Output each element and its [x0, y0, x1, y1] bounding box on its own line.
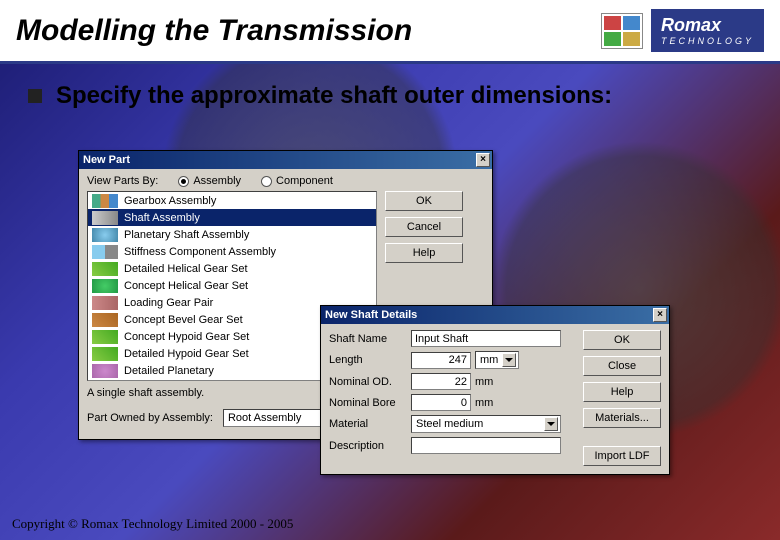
shaft-details-titlebar[interactable]: New Shaft Details ×	[321, 306, 669, 324]
ok-button[interactable]: OK	[583, 330, 661, 350]
bore-input[interactable]	[411, 394, 471, 411]
radio-component[interactable]: Component	[261, 175, 333, 187]
slide-header: Modelling the Transmission Romax TECHNOL…	[0, 0, 780, 64]
subtitle-row: Specify the approximate shaft outer dime…	[28, 82, 612, 110]
load-pair-icon	[92, 296, 118, 310]
chevron-down-icon	[544, 417, 558, 431]
new-part-title: New Part	[83, 154, 130, 166]
bevel-icon	[92, 313, 118, 327]
bore-unit: mm	[475, 397, 493, 409]
brand-text: Romax TECHNOLOGY	[651, 9, 764, 52]
radio-icon	[261, 176, 272, 187]
list-item-label: Detailed Planetary	[124, 365, 214, 377]
planetary-icon	[92, 228, 118, 242]
list-item-label: Detailed Hypoid Gear Set	[124, 348, 249, 360]
list-item-label: Concept Hypoid Gear Set	[124, 331, 249, 343]
shaft-name-label: Shaft Name	[329, 333, 411, 345]
list-item-label: Shaft Assembly	[124, 212, 200, 224]
list-item-label: Concept Bevel Gear Set	[124, 314, 243, 326]
length-unit-combo[interactable]: mm	[475, 351, 519, 369]
description-input[interactable]	[411, 437, 561, 454]
length-input[interactable]	[411, 352, 471, 369]
chevron-down-icon	[502, 353, 516, 367]
close-icon[interactable]: ×	[653, 308, 667, 322]
shaft-name-input[interactable]	[411, 330, 561, 347]
copyright-footer: Copyright © Romax Technology Limited 200…	[12, 516, 293, 532]
hypoid-icon	[92, 330, 118, 344]
new-shaft-details-dialog: New Shaft Details × Shaft Name Length mm…	[320, 305, 670, 475]
owned-by-value: Root Assembly	[228, 412, 301, 424]
materials-button[interactable]: Materials...	[583, 408, 661, 428]
logo-grid-icon	[601, 13, 643, 49]
shaft-details-title: New Shaft Details	[325, 309, 417, 321]
list-item[interactable]: Planetary Shaft Assembly	[88, 226, 376, 243]
ok-button[interactable]: OK	[385, 191, 463, 211]
list-item-label: Gearbox Assembly	[124, 195, 216, 207]
radio-icon	[178, 176, 189, 187]
radio-assembly-label: Assembly	[193, 175, 241, 187]
slide-title: Modelling the Transmission	[16, 14, 412, 48]
od-label: Nominal OD.	[329, 376, 411, 388]
material-value: Steel medium	[416, 418, 483, 430]
stiffness-icon	[92, 245, 118, 259]
length-unit: mm	[480, 354, 498, 366]
shaft-icon	[92, 211, 118, 225]
list-item-label: Detailed Helical Gear Set	[124, 263, 248, 275]
close-button[interactable]: Close	[583, 356, 661, 376]
gearbox-icon	[92, 194, 118, 208]
brand-subtitle: TECHNOLOGY	[661, 36, 754, 46]
material-combo[interactable]: Steel medium	[411, 415, 561, 433]
detailed-planetary-icon	[92, 364, 118, 378]
length-label: Length	[329, 354, 411, 366]
cancel-button[interactable]: Cancel	[385, 217, 463, 237]
od-unit: mm	[475, 376, 493, 388]
help-button[interactable]: Help	[583, 382, 661, 402]
list-item[interactable]: Gearbox Assembly	[88, 192, 376, 209]
concept-helical-icon	[92, 279, 118, 293]
list-item-label: Planetary Shaft Assembly	[124, 229, 249, 241]
list-item[interactable]: Shaft Assembly	[88, 209, 376, 226]
description-label: Description	[329, 440, 411, 452]
close-icon[interactable]: ×	[476, 153, 490, 167]
list-item[interactable]: Stiffness Component Assembly	[88, 243, 376, 260]
new-part-titlebar[interactable]: New Part ×	[79, 151, 492, 169]
list-item-label: Loading Gear Pair	[124, 297, 213, 309]
list-item[interactable]: Detailed Helical Gear Set	[88, 260, 376, 277]
slide-subtitle: Specify the approximate shaft outer dime…	[56, 82, 612, 110]
list-item[interactable]: Concept Helical Gear Set	[88, 277, 376, 294]
helical-icon	[92, 262, 118, 276]
bullet-icon	[28, 89, 42, 103]
brand-name: Romax	[661, 15, 721, 35]
list-item-label: Concept Helical Gear Set	[124, 280, 248, 292]
bore-label: Nominal Bore	[329, 397, 411, 409]
detailed-hypoid-icon	[92, 347, 118, 361]
help-button[interactable]: Help	[385, 243, 463, 263]
brand-logo: Romax TECHNOLOGY	[601, 9, 764, 52]
import-ldf-button[interactable]: Import LDF	[583, 446, 661, 466]
radio-assembly[interactable]: Assembly	[178, 175, 241, 187]
owned-by-label: Part Owned by Assembly:	[87, 412, 213, 424]
list-item-label: Stiffness Component Assembly	[124, 246, 276, 258]
od-input[interactable]	[411, 373, 471, 390]
view-parts-by-label: View Parts By:	[87, 175, 158, 187]
radio-component-label: Component	[276, 175, 333, 187]
material-label: Material	[329, 418, 411, 430]
